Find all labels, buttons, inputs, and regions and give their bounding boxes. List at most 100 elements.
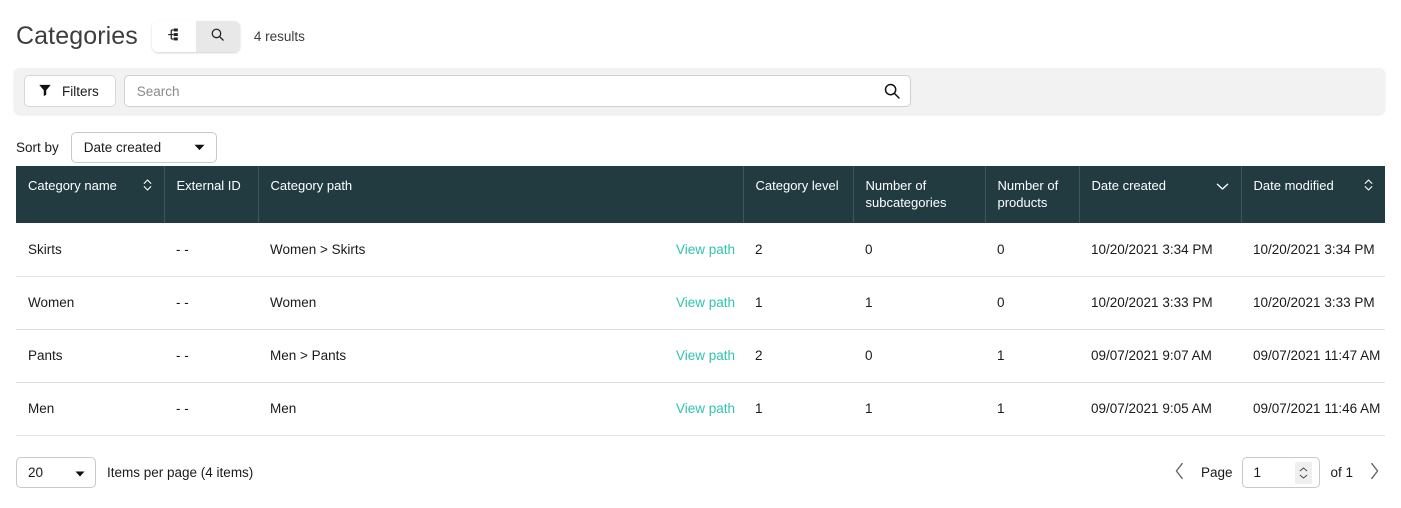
table-body: Skirts - - Women > Skirts View path 2 0 0 10/20…: [16, 223, 1385, 436]
view-toggle-group: [151, 20, 240, 52]
cell-date-created: 10/20/2021 3:34 PM: [1079, 223, 1241, 277]
view-path-link[interactable]: View path: [676, 348, 735, 363]
cell-number-of-products: 1: [985, 382, 1079, 436]
search-field: [123, 75, 911, 107]
cell-external-id: - -: [164, 223, 258, 277]
cell-number-of-products: 1: [985, 329, 1079, 383]
cell-date-modified: 09/07/2021 11:47 AM: [1241, 329, 1385, 383]
page-total-label: of 1: [1330, 465, 1353, 481]
view-path-link[interactable]: View path: [676, 295, 735, 310]
sort-updown-icon: [143, 178, 152, 195]
next-page-button[interactable]: [1363, 459, 1385, 487]
search-view-toggle-button[interactable]: [195, 20, 240, 52]
cell-date-created: 09/07/2021 9:05 AM: [1079, 382, 1241, 436]
results-count: 4 results: [253, 28, 305, 44]
column-header-category-name[interactable]: Category name: [16, 166, 165, 224]
column-header-external-id[interactable]: External ID: [164, 166, 259, 224]
cell-number-of-products: 0: [985, 223, 1079, 277]
page-number-input[interactable]: [1243, 458, 1292, 488]
tree-icon: [166, 27, 181, 45]
cell-category-path: Women View path: [258, 276, 743, 330]
filters-button-label: Filters: [62, 83, 99, 99]
cell-date-modified: 09/07/2021 11:46 AM: [1241, 382, 1385, 436]
category-path-text: Men: [270, 401, 297, 417]
previous-page-button[interactable]: [1169, 459, 1191, 487]
items-per-page-label: Items per page (4 items): [107, 465, 254, 481]
table-row[interactable]: Pants - - Men > Pants View path 2 0 1 09/07/202…: [16, 329, 1385, 383]
column-label: Category path: [270, 178, 353, 193]
cell-date-modified: 10/20/2021 3:33 PM: [1241, 276, 1385, 330]
cell-date-created: 10/20/2021 3:33 PM: [1079, 276, 1241, 330]
page-label: Page: [1200, 465, 1233, 481]
magnifier-icon[interactable]: [883, 82, 901, 100]
search-icon: [210, 27, 225, 45]
cell-category-path: Women > Skirts View path: [258, 223, 743, 277]
category-path-text: Women: [270, 295, 317, 311]
chevron-down-icon: [194, 140, 205, 155]
items-per-page-value: 20: [28, 465, 44, 481]
filter-bar-wrapper: Filters: [0, 62, 1401, 114]
column-label: External ID: [176, 178, 241, 193]
cell-category-name: Skirts: [16, 223, 164, 277]
column-header-number-of-products[interactable]: Number of products: [985, 166, 1080, 224]
column-label: Number of subcategories: [865, 178, 947, 211]
sort-row: Sort by Date created: [0, 114, 1401, 166]
column-header-category-level[interactable]: Category level: [743, 166, 854, 224]
cell-category-level: 1: [743, 382, 853, 436]
cell-number-of-subcategories: 0: [853, 329, 985, 383]
cell-category-level: 2: [743, 223, 853, 277]
cell-external-id: - -: [164, 276, 258, 330]
cell-number-of-subcategories: 1: [853, 382, 985, 436]
sort-by-select[interactable]: Date created: [70, 131, 217, 163]
sort-updown-icon: [1364, 178, 1373, 195]
tree-view-toggle-button[interactable]: [151, 20, 196, 52]
page-title: Categories: [16, 21, 138, 50]
column-label: Category level: [755, 178, 839, 193]
cell-date-modified: 10/20/2021 3:34 PM: [1241, 223, 1385, 277]
chevron-down-icon: [75, 465, 85, 480]
table-row[interactable]: Women - - Women View path 1 1 0 10/20/2021 3:33…: [16, 276, 1385, 330]
filters-button[interactable]: Filters: [24, 75, 116, 107]
page-number-stepper[interactable]: [1295, 461, 1313, 484]
chevron-down-icon: [1216, 178, 1229, 195]
category-path-text: Women > Skirts: [270, 242, 366, 258]
cell-category-path: Men > Pants View path: [258, 329, 743, 383]
chevron-left-icon: [1174, 462, 1185, 483]
footer-left: 20 Items per page (4 items): [16, 457, 254, 489]
cell-number-of-subcategories: 0: [853, 223, 985, 277]
table-header: Category name External ID Category path …: [16, 166, 1385, 224]
column-header-category-path[interactable]: Category path: [258, 166, 744, 224]
column-header-date-created[interactable]: Date created: [1079, 166, 1242, 224]
page-header: Categories 4 results: [0, 0, 1401, 62]
sort-by-label: Sort by: [16, 139, 59, 155]
cell-category-level: 1: [743, 276, 853, 330]
view-path-link[interactable]: View path: [676, 242, 735, 257]
table-wrapper: Category name External ID Category path …: [0, 166, 1401, 436]
categories-table: Category name External ID Category path …: [16, 166, 1385, 436]
items-per-page-select[interactable]: 20: [16, 457, 96, 489]
column-label: Date modified: [1253, 178, 1334, 193]
column-header-date-modified[interactable]: Date modified: [1241, 166, 1385, 224]
table-row[interactable]: Men - - Men View path 1 1 1 09/07/2021 9:05 AM 0…: [16, 382, 1385, 436]
cell-category-name: Men: [16, 382, 164, 436]
cell-number-of-products: 0: [985, 276, 1079, 330]
table-header-row: Category name External ID Category path …: [16, 166, 1385, 224]
table-row[interactable]: Skirts - - Women > Skirts View path 2 0 0 10/20…: [16, 223, 1385, 277]
funnel-icon: [38, 83, 52, 100]
cell-external-id: - -: [164, 329, 258, 383]
cell-category-name: Women: [16, 276, 164, 330]
table-footer: 20 Items per page (4 items) Page of 1: [0, 436, 1401, 494]
sort-by-value: Date created: [83, 139, 162, 155]
cell-category-level: 2: [743, 329, 853, 383]
cell-number-of-subcategories: 1: [853, 276, 985, 330]
column-label: Date created: [1091, 178, 1166, 193]
cell-category-name: Pants: [16, 329, 164, 383]
column-header-number-of-subcategories[interactable]: Number of subcategories: [853, 166, 986, 224]
column-label: Category name: [28, 178, 117, 193]
cell-category-path: Men View path: [258, 382, 743, 436]
search-input[interactable]: [123, 75, 911, 107]
category-path-text: Men > Pants: [270, 348, 347, 364]
cell-external-id: - -: [164, 382, 258, 436]
chevron-right-icon: [1369, 462, 1380, 483]
view-path-link[interactable]: View path: [676, 401, 735, 416]
